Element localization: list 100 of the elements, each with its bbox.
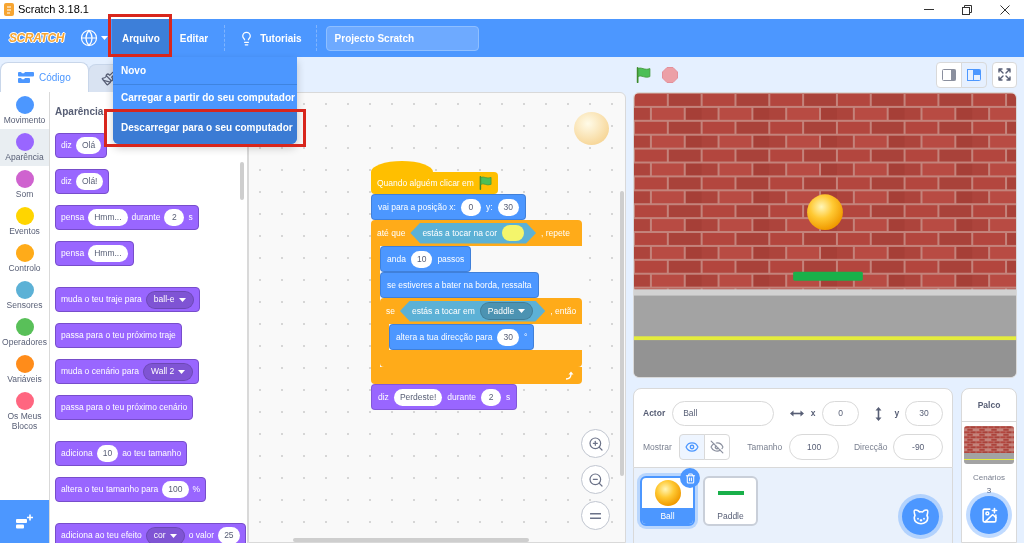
block-input[interactable]: Olá! [75,173,104,190]
code-block[interactable]: diz Perdeste! durante 2 s [371,384,518,410]
block-input[interactable]: 0 [460,198,481,216]
section-heading: Aparência [55,105,104,118]
looks-block[interactable]: muda o cenário para Wall 2 [55,359,200,384]
block-text: estás a tocar na cor [422,226,498,240]
category-item[interactable]: Os Meus Blocos [0,388,49,431]
block-input[interactable]: 100 [162,481,189,498]
looks-block[interactable]: altera o teu tamanho para 100 % [55,477,207,502]
block-text: % [192,483,201,496]
category-item[interactable]: Eventos [0,203,49,240]
zoom-out-button[interactable] [581,465,610,494]
block-text: passos [437,252,465,266]
category-item[interactable]: Movimento [0,92,49,129]
block-input[interactable]: 2 [481,388,502,406]
code-block[interactable]: altera a tua direcção para 30 ° [389,324,535,350]
category-item[interactable]: Sensores [0,277,49,314]
field-label: Actor [643,407,666,420]
paddle-icon [717,491,744,495]
looks-block[interactable]: pensa Hmm... [55,241,134,266]
category-item[interactable]: Aparência [0,129,49,166]
backdrop-thumbnail[interactable] [964,426,1014,464]
block-input[interactable]: 10 [96,445,119,462]
block-text: passa para o teu próximo cenário [61,401,188,414]
sprite-tile[interactable]: Paddle [703,476,758,526]
block-text: ao teu tamanho [122,447,182,460]
flag-icon[interactable] [636,66,651,83]
fullscreen-button[interactable] [992,61,1017,88]
zoom-in-button[interactable] [581,429,610,458]
block-text: vai para a posição x: [378,200,456,214]
block-input[interactable]: Hmm... [88,209,128,226]
vertical-arrows-icon [875,406,883,421]
looks-block[interactable]: pensa Hmm... durante 2 s [55,205,199,230]
eye-icon [684,440,699,454]
extensions-button[interactable] [0,500,49,543]
flag-icon [478,176,492,190]
block-dropdown[interactable]: Wall 2 [142,362,194,381]
stage-size-button[interactable] [936,61,962,88]
stop-icon[interactable] [662,66,678,83]
delete-button[interactable] [680,468,700,488]
block-text: se estiveres a bater na borda, ressalta [387,278,532,292]
block-text: ° [523,330,528,344]
block-text: passa para o teu próximo traje [61,329,176,342]
ball-sprite[interactable] [807,194,843,231]
block-input[interactable]: 2 [164,209,185,226]
menu-item[interactable]: Arquivo [112,19,170,57]
zoom-in-icon [587,435,604,452]
block-text: anda [387,252,406,266]
caret-icon [169,533,177,538]
looks-block[interactable]: diz Olá [55,133,108,158]
code-block[interactable]: anda 10 passos [380,246,472,272]
block-text: pensa [61,247,85,260]
code-block[interactable]: vai para a posição x: 0 y: 30 [371,194,527,220]
block-text: durante [131,211,161,224]
window-title: Scratch 3.18.1 [18,4,89,15]
category-item[interactable]: Operadores [0,314,49,351]
minimize-icon [924,9,934,10]
zoom-out-icon [587,471,604,488]
looks-block[interactable]: diz Olá! [55,169,110,194]
stage[interactable] [633,92,1017,378]
color-swatch-icon[interactable] [502,225,525,241]
hide-button[interactable] [704,434,731,460]
show-button[interactable] [678,434,706,460]
block-text: o valor [188,529,215,542]
block-text: diz [61,139,72,152]
app-icon [4,3,14,16]
repeat-block[interactable]: até que estás a tocar na cor , repete anda 10 passos se estiveres a bater na borda, ressalta se estás a tocar em Paddle , então altera a tua direcção para 30 ° [371,220,583,384]
scrollbar[interactable] [240,162,244,200]
paddle-sprite[interactable] [793,271,863,281]
block-dropdown[interactable]: ball-e [145,290,194,309]
scrollbar[interactable] [293,538,529,542]
loop-arrow-icon [565,371,575,380]
block-input[interactable]: Olá [75,137,102,154]
restore-icon [962,4,972,15]
looks-block[interactable]: muda o teu traje para ball-e [55,287,200,312]
if-block[interactable]: se estás a tocar em Paddle , então altera a tua direcção para 30 ° [380,298,583,367]
block-input[interactable]: 25 [218,527,240,543]
block-text: adiciona [61,447,93,460]
reset-zoom-button[interactable] [581,501,610,530]
add-sprite-button[interactable] [902,498,939,535]
category-item[interactable]: Som [0,166,49,203]
scrollbar[interactable] [620,191,624,476]
looks-block[interactable]: passa para o teu próximo cenário [55,395,194,420]
add-backdrop-button[interactable] [970,496,1008,534]
block-text: altera a tua direcção para [396,330,493,344]
looks-block[interactable]: adiciona 10 ao teu tamanho [55,441,188,466]
stage-size-button[interactable] [961,61,987,88]
block-input[interactable]: Perdeste! [393,388,443,406]
block-input[interactable]: 30 [497,328,519,346]
block-input[interactable]: Hmm... [88,245,128,262]
category-item[interactable]: Variáveis [0,351,49,388]
block-text: pensa [61,211,85,224]
category-item[interactable]: Controlo [0,240,49,277]
looks-block[interactable]: adiciona ao teu efeito cor o valor 25 [55,523,246,543]
block-dropdown[interactable]: cor [145,526,185,543]
block-input[interactable]: 10 [410,250,433,268]
block-text: diz [61,175,72,188]
block-text: adiciona ao teu efeito [61,529,142,542]
block-input[interactable]: 30 [497,198,520,216]
looks-block[interactable]: passa para o teu próximo traje [55,323,182,348]
